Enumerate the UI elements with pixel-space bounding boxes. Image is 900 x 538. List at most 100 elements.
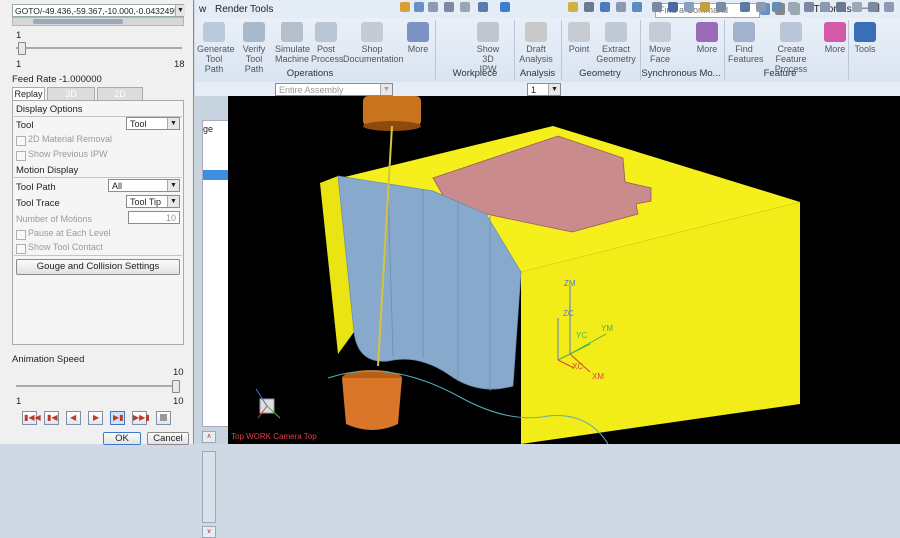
navigator-list[interactable] <box>202 120 230 427</box>
menu-view[interactable]: w <box>199 4 206 15</box>
draft-analysis-button[interactable]: Draft Analysis <box>518 22 554 64</box>
tools-button[interactable]: Tools <box>852 22 878 54</box>
shop-documentation-button[interactable]: Shop Documentation <box>343 22 404 64</box>
render-style-icon[interactable] <box>632 2 642 12</box>
cancel-button[interactable]: Cancel <box>147 432 189 445</box>
orient-icon[interactable] <box>668 2 678 12</box>
view-label: Top WORK Camera Top <box>231 432 317 441</box>
step-slider-thumb[interactable] <box>18 42 26 55</box>
tab-2d-dynamic[interactable]: 2D Dynamic <box>97 87 143 112</box>
tool-path-select[interactable]: All ▼ <box>108 179 180 192</box>
more-sync-button[interactable]: More <box>694 22 720 54</box>
chevron-down-icon[interactable]: ▼ <box>175 5 185 16</box>
show-3d-ipw-button[interactable]: Show 3D IPW <box>470 22 506 74</box>
verify-label: Verify Tool Path <box>242 44 266 74</box>
tab-replay[interactable]: Replay <box>12 87 45 100</box>
show-tool-contact-checkbox[interactable] <box>16 244 26 254</box>
more-feature-button[interactable]: More <box>822 22 848 54</box>
move-face-button[interactable]: Move Face <box>646 22 674 64</box>
find-features-icon <box>733 22 755 42</box>
filter-icon[interactable] <box>400 2 410 12</box>
tool-select[interactable]: Tool ▼ <box>126 117 180 130</box>
speed-slider-thumb[interactable] <box>172 380 180 393</box>
lasso-icon[interactable] <box>444 2 454 12</box>
menu-tools[interactable]: Tools <box>250 4 273 15</box>
generate-icon <box>203 22 225 42</box>
pause-each-level-label: Pause at Each Level <box>28 228 111 238</box>
menu-render[interactable]: Render <box>215 4 248 15</box>
chevron-down-icon[interactable]: ∨ <box>202 526 216 538</box>
step-back-button[interactable]: ▮◀ <box>44 411 59 425</box>
divider <box>14 255 182 256</box>
chevron-down-icon: ▼ <box>380 84 392 95</box>
scrollbar-thumb[interactable] <box>33 19 123 24</box>
step-slider-track[interactable] <box>16 47 182 49</box>
number-of-motions-input[interactable]: 10 <box>128 211 180 224</box>
show-ipw-checkbox[interactable] <box>16 151 26 161</box>
axis-label-xc: XC <box>572 362 584 371</box>
play-reverse-button[interactable]: ◀ <box>66 411 81 425</box>
snap-icon[interactable] <box>868 2 878 12</box>
graphics-viewport[interactable]: ZM ZC YC YM XC XM Top WORK Camera Top <box>228 96 900 444</box>
select-icon[interactable] <box>414 2 424 12</box>
snap-icon[interactable] <box>772 2 782 12</box>
box-select-icon[interactable] <box>460 2 470 12</box>
rotate-icon[interactable] <box>600 2 610 12</box>
resource-bar[interactable] <box>202 451 216 523</box>
step-forward-button[interactable]: ▶▮ <box>110 411 125 425</box>
play-button[interactable]: ▶ <box>88 411 103 425</box>
find-features-button[interactable]: Find Features <box>728 22 764 64</box>
post-icon <box>315 22 337 42</box>
select-icon[interactable] <box>428 2 438 12</box>
rewind-to-start-button[interactable]: ▮◀◀ <box>22 411 41 425</box>
snap-icon[interactable] <box>740 2 750 12</box>
folder-icon[interactable] <box>568 2 578 12</box>
layer-select[interactable]: 1 ▼ <box>527 83 561 96</box>
snap-icon[interactable] <box>756 2 766 12</box>
pan-icon[interactable] <box>616 2 626 12</box>
view-icon[interactable] <box>500 2 510 12</box>
snap-icon[interactable] <box>820 2 830 12</box>
goto-output[interactable]: GOTO/-49.436,-59.367,-10.000,-0.0432495,… <box>12 4 184 17</box>
assembly-filter-select[interactable]: Entire Assembly ▼ <box>275 83 393 96</box>
snap-icon[interactable] <box>788 2 798 12</box>
section-icon[interactable] <box>684 2 694 12</box>
speed-slider-track[interactable] <box>16 385 178 387</box>
snap-icon[interactable] <box>884 2 894 12</box>
verify-tool-path-button[interactable]: Verify Tool Path <box>237 22 271 74</box>
tool-trace-select[interactable]: Tool Tip ▼ <box>126 195 180 208</box>
snap-icon[interactable] <box>716 2 726 12</box>
step-forward-icon: ▶▮ <box>113 413 124 422</box>
grid-icon[interactable] <box>652 2 662 12</box>
generate-label: Generate Tool Path <box>197 44 235 74</box>
point-button[interactable]: Point <box>566 22 592 54</box>
tool-path-visualization-dialog: GOTO/-49.436,-59.367,-10.000,-0.0432495,… <box>0 0 194 445</box>
goto-text: GOTO/-49.436,-59.367,-10.000,-0.0432495,… <box>15 6 184 16</box>
generate-tool-path-button[interactable]: Generate Tool Path <box>197 22 235 74</box>
horizontal-scrollbar[interactable] <box>12 17 184 26</box>
cube-icon[interactable] <box>478 2 488 12</box>
chevron-down-icon: ▼ <box>167 118 179 129</box>
fit-icon[interactable] <box>584 2 594 12</box>
snap-icon[interactable] <box>804 2 814 12</box>
navigator-selected-row[interactable] <box>203 170 228 180</box>
play-icon: ▶ <box>93 413 100 422</box>
more-operations-button[interactable]: More <box>405 22 431 54</box>
ok-button[interactable]: OK <box>103 432 141 445</box>
post-label: Post Process <box>311 44 344 64</box>
chevron-up-icon[interactable]: ∧ <box>202 431 216 443</box>
extract-geometry-button[interactable]: Extract Geometry <box>596 22 636 64</box>
animation-speed-label: Animation Speed <box>12 354 85 365</box>
fast-forward-button[interactable]: ▶▶▮ <box>132 411 150 425</box>
material-removal-checkbox[interactable] <box>16 136 26 146</box>
post-process-button[interactable]: Post Process <box>311 22 344 64</box>
snap-icon[interactable] <box>852 2 862 12</box>
create-feature-process-button[interactable]: Create Feature Process <box>764 22 818 74</box>
stop-button[interactable] <box>156 411 171 425</box>
snap-icon[interactable] <box>836 2 846 12</box>
tab-3d-dynamic[interactable]: 3D Dynamic <box>47 87 95 112</box>
layer-icon[interactable] <box>700 2 710 12</box>
pause-each-level-checkbox[interactable] <box>16 230 26 240</box>
simulate-machine-button[interactable]: Simulate Machine <box>275 22 310 64</box>
gouge-collision-settings-button[interactable]: Gouge and Collision Settings <box>16 259 180 275</box>
